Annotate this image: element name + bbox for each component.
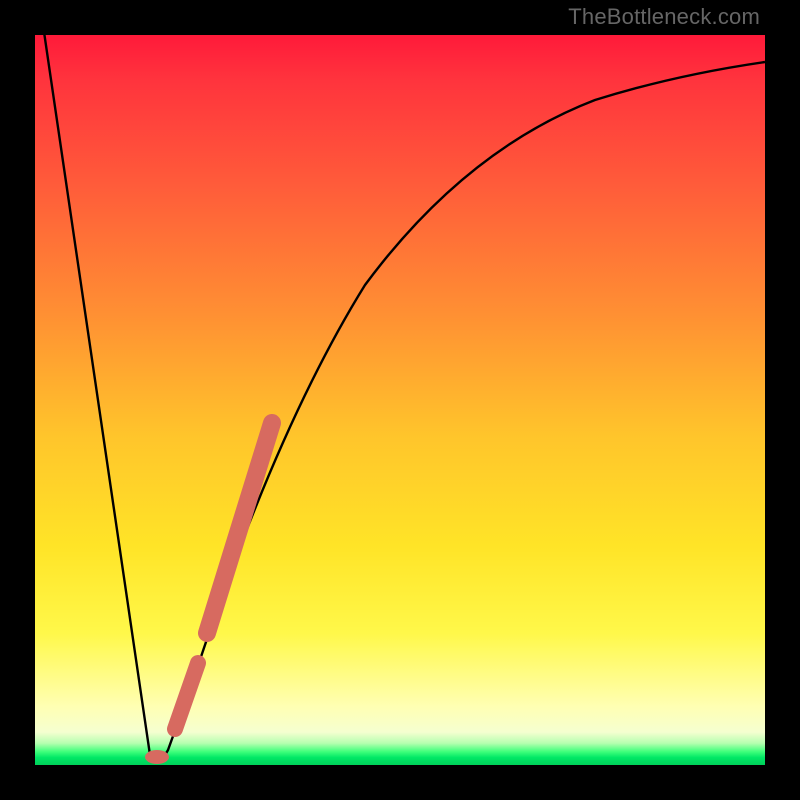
highlight-dot <box>145 750 169 764</box>
highlight-segment-upper <box>207 423 272 633</box>
highlight-segment-lower <box>175 663 198 729</box>
curve-layer <box>35 35 765 765</box>
bottleneck-curve <box>43 35 765 761</box>
plot-area <box>35 35 765 765</box>
attribution-label: TheBottleneck.com <box>568 4 760 30</box>
